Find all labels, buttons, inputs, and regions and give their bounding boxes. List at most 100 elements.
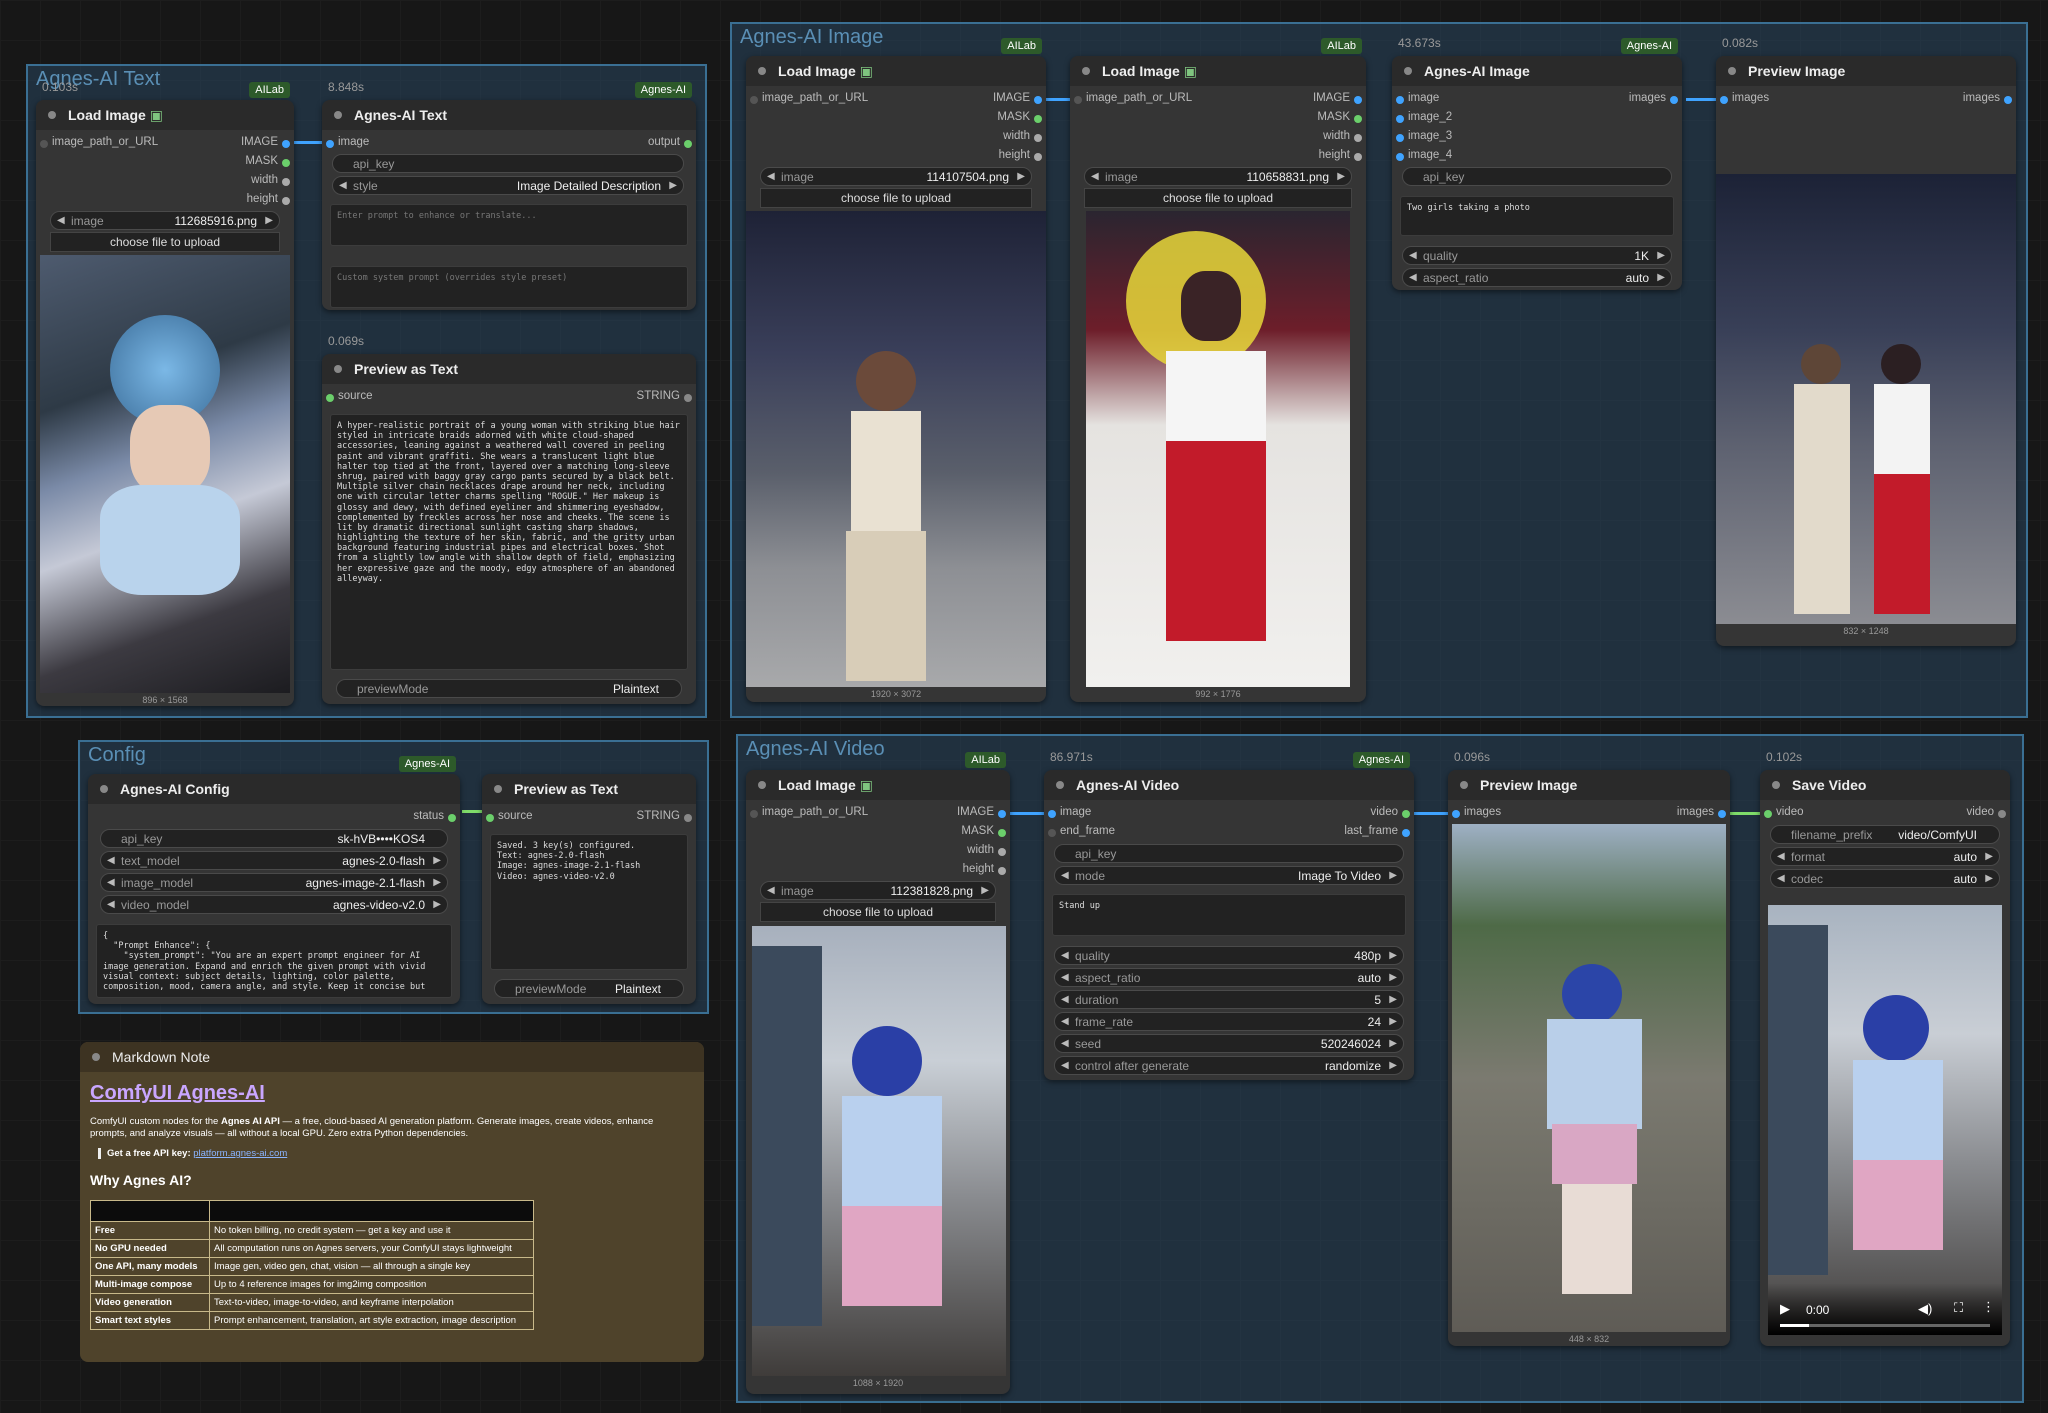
output-socket[interactable] — [1034, 115, 1042, 123]
preview-mode-toggle[interactable]: previewMode Plaintext — [494, 979, 684, 998]
arrow-right-icon[interactable]: ▶ — [981, 885, 989, 896]
arrow-right-icon[interactable]: ▶ — [1657, 272, 1665, 283]
agnes-text-node[interactable]: 8.848s Agnes-AI Agnes-AI Text image outpu… — [322, 80, 696, 310]
output-socket[interactable] — [684, 814, 692, 822]
input-socket[interactable] — [1074, 96, 1082, 104]
agnes-image-node[interactable]: 43.673s Agnes-AI Agnes-AI Image image ima… — [1392, 36, 1682, 290]
video-player[interactable]: ▶ 0:00 ◀) ⛶ ⋮ — [1768, 905, 2002, 1335]
output-socket[interactable] — [1354, 115, 1362, 123]
input-socket[interactable] — [326, 140, 334, 148]
json-textarea[interactable]: { "Prompt Enhance": { "system_prompt": "… — [96, 924, 452, 998]
choose-file-button[interactable]: choose file to upload — [50, 232, 280, 252]
arrow-right-icon[interactable]: ▶ — [1985, 851, 1993, 862]
preview-textarea[interactable]: Saved. 3 key(s) configured. Text: agnes-… — [490, 834, 688, 970]
arrow-left-icon[interactable]: ◀ — [1409, 250, 1417, 261]
output-socket[interactable] — [1670, 96, 1678, 104]
input-socket[interactable] — [1048, 829, 1056, 837]
output-socket[interactable] — [282, 178, 290, 186]
collapse-dot[interactable] — [334, 111, 342, 119]
arrow-left-icon[interactable]: ◀ — [339, 180, 347, 191]
arrow-left-icon[interactable]: ◀ — [1061, 972, 1069, 983]
play-icon[interactable]: ▶ — [1780, 1301, 1790, 1317]
quality-select[interactable]: ◀ quality 480p ▶ — [1054, 946, 1404, 965]
filename-prefix-field[interactable]: filename_prefix video/ComfyUI — [1770, 825, 2000, 844]
input-socket[interactable] — [326, 394, 334, 402]
arrow-left-icon[interactable]: ◀ — [1061, 1016, 1069, 1027]
output-socket[interactable] — [998, 810, 1006, 818]
api-key-field[interactable]: api_key — [1402, 167, 1672, 186]
collapse-dot[interactable] — [48, 111, 56, 119]
choose-file-button[interactable]: choose file to upload — [1084, 188, 1352, 208]
arrow-left-icon[interactable]: ◀ — [1061, 1060, 1069, 1071]
image-select[interactable]: ◀ image 112685916.png ▶ — [50, 211, 280, 230]
output-socket[interactable] — [1998, 810, 2006, 818]
collapse-dot[interactable] — [1404, 67, 1412, 75]
collapse-dot[interactable] — [494, 785, 502, 793]
output-socket[interactable] — [282, 140, 290, 148]
arrow-left-icon[interactable]: ◀ — [107, 877, 115, 888]
output-socket[interactable] — [998, 867, 1006, 875]
input-socket[interactable] — [750, 96, 758, 104]
arrow-right-icon[interactable]: ▶ — [1389, 972, 1397, 983]
arrow-right-icon[interactable]: ▶ — [1389, 1038, 1397, 1049]
fullscreen-icon[interactable]: ⛶ — [1954, 1300, 1963, 1316]
api-key-link[interactable]: platform.agnes-ai.com — [193, 1148, 287, 1159]
prompt-textarea[interactable]: Enter prompt to enhance or translate... — [330, 204, 688, 246]
collapse-dot[interactable] — [92, 1053, 100, 1061]
load-image-node[interactable]: AILab Load Image ▣ image_path_or_URL IMAG… — [746, 38, 1046, 702]
input-socket[interactable] — [750, 810, 758, 818]
output-socket[interactable] — [1354, 134, 1362, 142]
note-title[interactable]: ComfyUI Agnes-AI — [90, 1082, 265, 1105]
arrow-left-icon[interactable]: ◀ — [767, 171, 775, 182]
arrow-left-icon[interactable]: ◀ — [767, 885, 775, 896]
input-socket[interactable] — [1396, 96, 1404, 104]
arrow-right-icon[interactable]: ▶ — [433, 899, 441, 910]
collapse-dot[interactable] — [758, 67, 766, 75]
input-socket[interactable] — [1720, 96, 1728, 104]
api-key-field[interactable]: api_key — [332, 154, 684, 173]
codec-select[interactable]: ◀ codec auto ▶ — [1770, 869, 2000, 888]
arrow-right-icon[interactable]: ▶ — [1389, 994, 1397, 1005]
agnes-config-node[interactable]: Agnes-AI Agnes-AI Config status api_key s… — [88, 756, 460, 1004]
image-select[interactable]: ◀ image 110658831.png ▶ — [1084, 167, 1352, 186]
arrow-right-icon[interactable]: ▶ — [1985, 873, 1993, 884]
preview-text-node[interactable]: 0.069s Preview as Text source STRING A hy… — [322, 334, 696, 704]
output-socket[interactable] — [1354, 96, 1362, 104]
arrow-right-icon[interactable]: ▶ — [1657, 250, 1665, 261]
system-prompt-textarea[interactable]: Custom system prompt (overrides style pr… — [330, 266, 688, 308]
collapse-dot[interactable] — [758, 781, 766, 789]
output-socket[interactable] — [1402, 810, 1410, 818]
collapse-dot[interactable] — [1082, 67, 1090, 75]
arrow-left-icon[interactable]: ◀ — [1061, 994, 1069, 1005]
image-select[interactable]: ◀ image 114107504.png ▶ — [760, 167, 1032, 186]
choose-file-button[interactable]: choose file to upload — [760, 902, 996, 922]
aspect-ratio-select[interactable]: ◀ aspect_ratio auto ▶ — [1054, 968, 1404, 987]
aspect-ratio-select[interactable]: ◀ aspect_ratio auto ▶ — [1402, 268, 1672, 287]
quality-select[interactable]: ◀ quality 1K ▶ — [1402, 246, 1672, 265]
load-image-node[interactable]: AILab Load Image ▣ image_path_or_URL IMAG… — [1070, 38, 1366, 702]
image-select[interactable]: ◀ image 112381828.png ▶ — [760, 881, 996, 900]
image-model-select[interactable]: ◀ image_model agnes-image-2.1-flash ▶ — [100, 873, 448, 892]
input-socket[interactable] — [1396, 134, 1404, 142]
arrow-left-icon[interactable]: ◀ — [1061, 1038, 1069, 1049]
preview-image-node[interactable]: 0.096s Preview Image images images 448 × … — [1448, 750, 1730, 1346]
arrow-right-icon[interactable]: ▶ — [1337, 171, 1345, 182]
input-socket[interactable] — [1048, 810, 1056, 818]
video-model-select[interactable]: ◀ video_model agnes-video-v2.0 ▶ — [100, 895, 448, 914]
arrow-left-icon[interactable]: ◀ — [107, 855, 115, 866]
input-socket[interactable] — [40, 140, 48, 148]
arrow-left-icon[interactable]: ◀ — [1061, 950, 1069, 961]
choose-file-button[interactable]: choose file to upload — [760, 188, 1032, 208]
arrow-left-icon[interactable]: ◀ — [1777, 851, 1785, 862]
arrow-right-icon[interactable]: ▶ — [1389, 1060, 1397, 1071]
output-socket[interactable] — [2004, 96, 2012, 104]
output-socket[interactable] — [1402, 829, 1410, 837]
arrow-right-icon[interactable]: ▶ — [265, 215, 273, 226]
output-socket[interactable] — [998, 829, 1006, 837]
preview-text-node[interactable]: Preview as Text source STRING Saved. 3 ke… — [482, 774, 696, 1004]
preview-mode-toggle[interactable]: previewMode Plaintext — [336, 679, 682, 698]
collapse-dot[interactable] — [1460, 781, 1468, 789]
load-image-node[interactable]: 0.103s AILab Load Image ▣ image_path_or_… — [36, 80, 294, 706]
save-video-node[interactable]: 0.102s Save Video video video filename_pr… — [1760, 750, 2010, 1346]
collapse-dot[interactable] — [100, 785, 108, 793]
